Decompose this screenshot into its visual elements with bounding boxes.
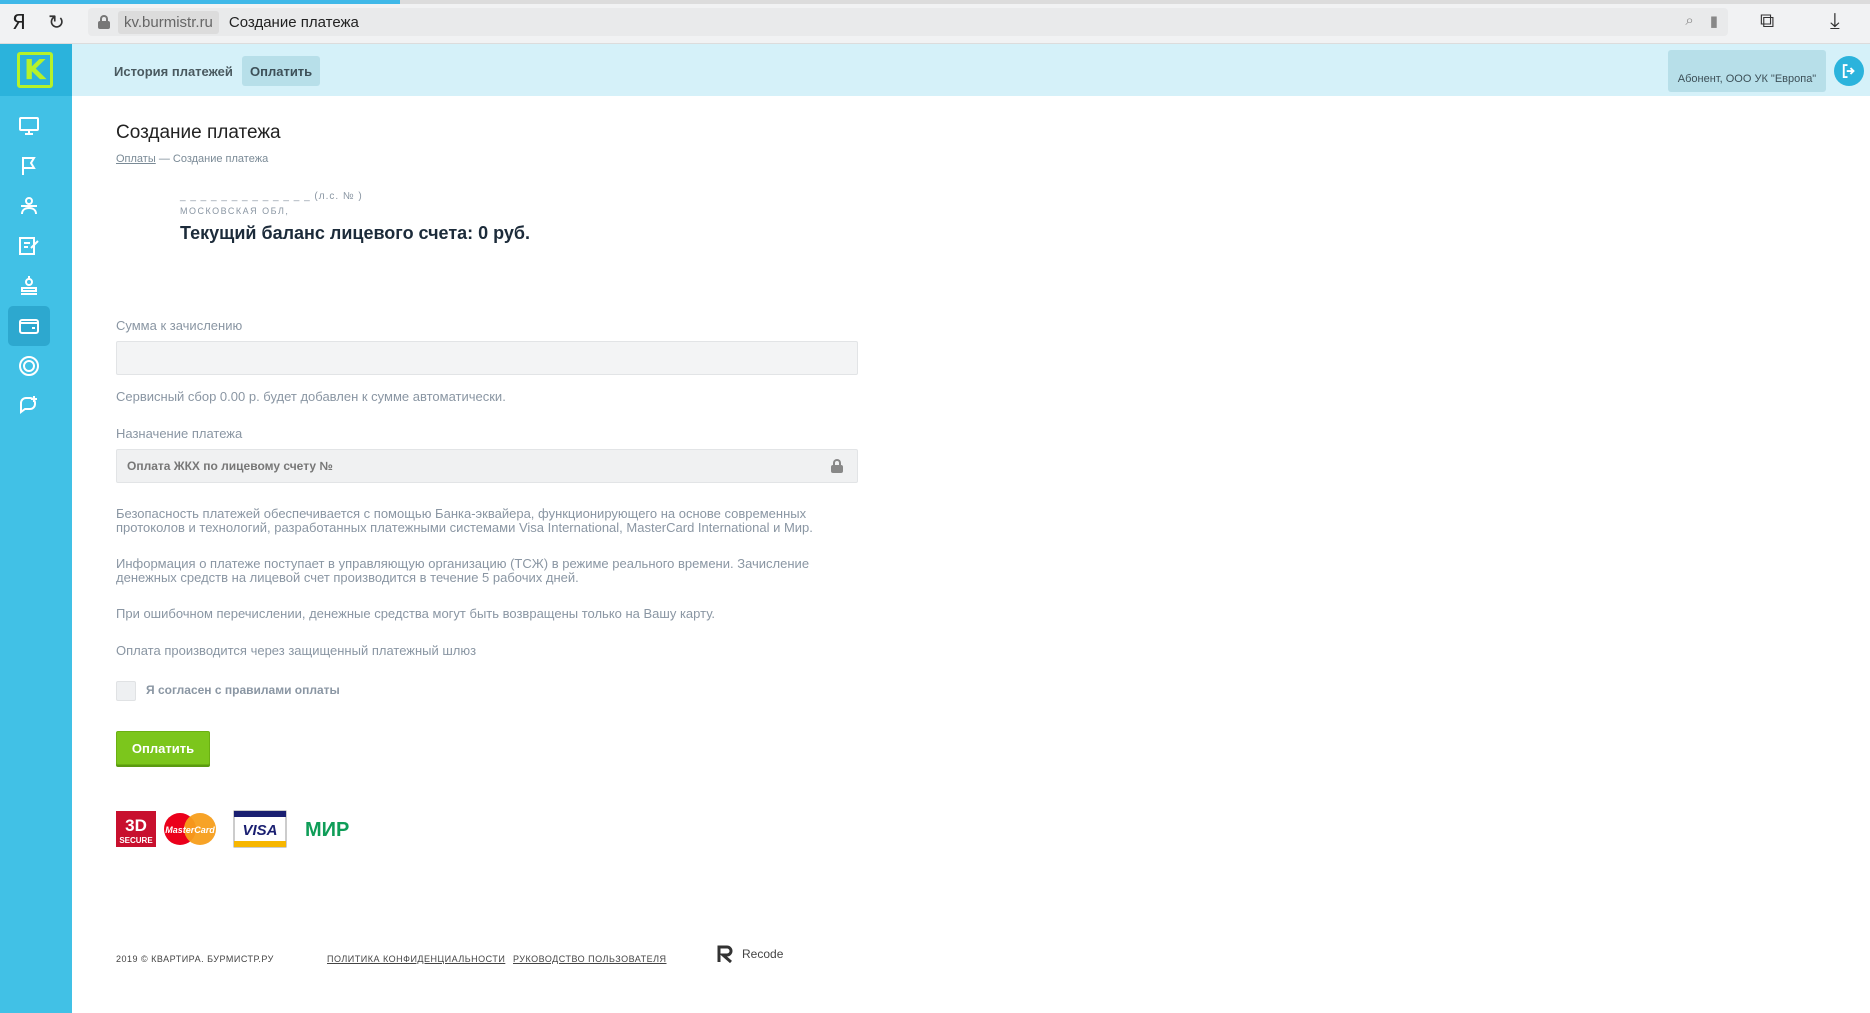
sidebar: K — [0, 44, 72, 1013]
breadcrumb-separator: — — [158, 153, 170, 165]
agree-checkbox[interactable] — [116, 681, 136, 701]
info-security: Безопасность платежей обеспечивается с п… — [116, 506, 813, 535]
sidebar-item-chat[interactable] — [8, 386, 50, 426]
recode-brand[interactable]: Recode — [716, 944, 783, 964]
amount-input[interactable] — [116, 341, 858, 375]
url-page-title: Создание платежа — [228, 13, 359, 31]
info-refund: При ошибочном перечислении, денежные сре… — [116, 606, 716, 621]
address-bar[interactable]: kv.burmistr.ru Создание платежа ⌕ ▮ — [88, 8, 1728, 36]
url-host[interactable]: kv.burmistr.ru — [118, 10, 219, 34]
browser-toolbar: Я ↻ kv.burmistr.ru Создание платежа ⌕ ▮ … — [0, 0, 1870, 44]
lock-icon — [831, 459, 843, 473]
purpose-value: Оплата ЖКХ по лицевому счету № — [127, 459, 333, 473]
flag-icon — [22, 157, 36, 175]
svg-text:SECURE: SECURE — [119, 836, 153, 845]
reload-icon[interactable]: ↻ — [48, 10, 65, 35]
recode-icon — [717, 945, 733, 964]
mir-logo: МИР — [305, 819, 349, 841]
browser-logo[interactable]: Я — [12, 10, 26, 34]
sidebar-item-users[interactable] — [8, 186, 50, 226]
logout-icon — [1842, 64, 1855, 78]
app-logo[interactable]: K — [0, 44, 72, 96]
tab-pay[interactable]: Оплатить — [242, 56, 321, 86]
account-balance: Текущий баланс лицевого счета: 0 руб. — [180, 223, 531, 243]
breadcrumb: Оплаты — Создание платежа — [116, 153, 268, 165]
info-processing: Информация о платеже поступает в управля… — [116, 556, 810, 585]
svg-text:MasterCard: MasterCard — [165, 825, 215, 835]
lock-icon — [98, 15, 110, 29]
pay-button[interactable]: Оплатить — [116, 731, 210, 765]
edit-icon — [19, 237, 39, 255]
account-address: _ _ _ _ _ _ _ _ _ _ _ _ _ (л.с. № ) — [180, 191, 363, 202]
purpose-label: Назначение платежа — [116, 426, 243, 441]
account-region: МОСКОВСКАЯ ОБЛ, — [180, 206, 290, 216]
payment-logos: 3D SECURE MasterCard VISA МИР — [116, 809, 376, 849]
bookmark-icon[interactable]: ▮ — [1710, 12, 1718, 30]
sidebar-item-wallet[interactable] — [8, 306, 50, 346]
breadcrumb-root-link[interactable]: Оплаты — [116, 153, 156, 165]
search-icon[interactable]: ⌕ — [1685, 12, 1693, 30]
breadcrumb-current: Создание платежа — [172, 153, 269, 165]
coin-icon — [19, 356, 39, 376]
privacy-policy-link[interactable]: ПОЛИТИКА КОНФИДЕНЦИАЛЬНОСТИ — [327, 954, 505, 964]
sidebar-item-flag[interactable] — [8, 146, 50, 186]
svg-text:3D: 3D — [125, 816, 147, 835]
chat-add-icon — [20, 396, 37, 414]
sidebar-item-meter[interactable] — [8, 266, 50, 306]
tab-payment-history[interactable]: История платежей — [106, 56, 241, 86]
3d-secure-logo: 3D SECURE — [116, 811, 156, 847]
fee-note: Сервисный сбор 0.00 р. будет добавлен к … — [116, 389, 506, 404]
logo-letter: K — [24, 53, 46, 86]
abonent-menu[interactable]: Абонент, ООО УК "Европа" — [1668, 50, 1826, 92]
user-manual-link[interactable]: РУКОВОДСТВО ПОЛЬЗОВАТЕЛЯ — [513, 954, 667, 964]
mastercard-logo: MasterCard — [164, 813, 216, 845]
sidebar-item-edit[interactable] — [8, 226, 50, 266]
purpose-field: Оплата ЖКХ по лицевому счету № — [116, 449, 858, 483]
sidebar-item-coin[interactable] — [8, 346, 50, 386]
meter-icon — [21, 276, 37, 295]
footer-copyright: 2019 © КВАРТИРА. БУРМИСТР.РУ — [116, 954, 274, 964]
logout-button[interactable] — [1834, 56, 1864, 86]
info-gateway: Оплата производится через защищенный пла… — [116, 643, 477, 658]
svg-text:МИР: МИР — [305, 819, 349, 841]
users-icon — [21, 197, 37, 215]
page-title: Создание платежа — [116, 122, 281, 143]
svg-text:VISA: VISA — [242, 822, 277, 839]
amount-label: Сумма к зачислению — [116, 318, 243, 333]
topbar: История платежей Оплатить Абонент, ООО У… — [72, 44, 1870, 96]
page-load-progress — [0, 0, 1870, 4]
agree-label[interactable]: Я согласен с правилами оплаты — [146, 683, 340, 697]
monitor-icon — [19, 117, 39, 135]
visa-logo: VISA — [233, 810, 287, 848]
translate-icon[interactable]: ⧉ — [1760, 10, 1774, 33]
download-icon[interactable]: ⤓ — [1830, 8, 1840, 34]
recode-label: Recode — [742, 947, 784, 961]
sidebar-item-monitor[interactable] — [8, 106, 50, 146]
wallet-icon — [19, 319, 39, 334]
